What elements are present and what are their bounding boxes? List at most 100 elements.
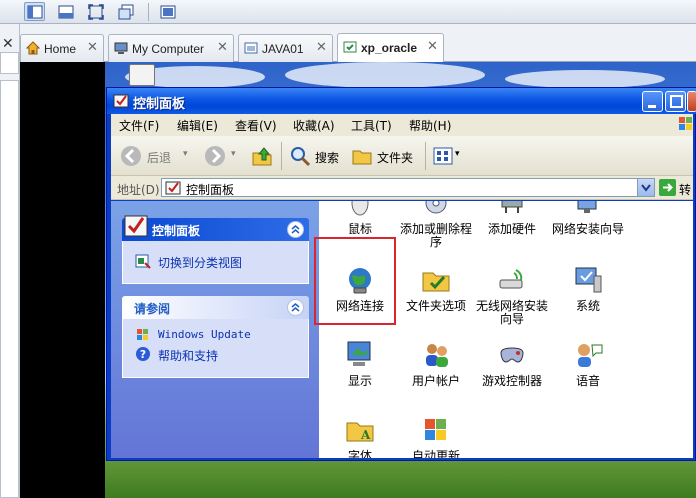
up-folder-button[interactable]: [249, 141, 275, 171]
console-view-button[interactable]: [157, 2, 178, 21]
item-label: 游戏控制器: [481, 374, 542, 388]
control-panel-window: 控制面板 文件(F) 编辑(E) 查看(V) 收藏(A) 工具(T) 帮助(H)…: [106, 87, 696, 461]
task-box-title: 请参阅: [134, 302, 171, 316]
tab-my-computer[interactable]: My Computer ✕: [108, 34, 234, 62]
close-icon[interactable]: ✕: [87, 40, 98, 55]
add-remove-programs-icon: [425, 201, 447, 214]
item-speech[interactable]: 语音: [549, 339, 627, 409]
control-panel-task-header[interactable]: 控制面板: [122, 215, 309, 241]
window-title: 控制面板: [133, 97, 186, 112]
tab-home[interactable]: Home ✕: [20, 34, 104, 62]
folders-icon: [352, 150, 372, 165]
item-folder-options[interactable]: 文件夹选项: [397, 264, 475, 334]
item-label: 系统: [575, 299, 600, 313]
item-label: 显示: [347, 374, 372, 388]
task-pane: 控制面板 切换到分类视图 请参阅 Windows Update ? 帮助和支持: [111, 201, 319, 458]
menu-tools[interactable]: 工具(T): [351, 117, 392, 134]
close-button[interactable]: [687, 91, 696, 112]
item-system[interactable]: 系统: [549, 264, 627, 334]
item-user-accounts[interactable]: 用户帐户: [397, 339, 475, 409]
folders-button[interactable]: 文件夹: [349, 141, 419, 171]
item-wireless-setup-wizard[interactable]: 无线网络安装向导: [473, 264, 551, 334]
close-icon[interactable]: ✕: [316, 40, 327, 55]
chevron-down-icon: [641, 184, 651, 192]
minimize-icon: [648, 105, 656, 108]
wireless-setup-wizard-icon: [499, 269, 523, 289]
back-arrow-icon: [121, 146, 141, 166]
window-titlebar[interactable]: 控制面板: [107, 88, 696, 114]
forward-button[interactable]: ▾: [201, 141, 243, 171]
tab-java01[interactable]: JAVA01 ✕: [238, 34, 333, 62]
address-input[interactable]: 控制面板: [161, 178, 655, 197]
search-label: 搜索: [315, 151, 340, 165]
library-search-box[interactable]: [0, 52, 19, 74]
item-add-hardware[interactable]: 添加硬件: [473, 201, 551, 257]
item-label: 字体: [347, 449, 372, 459]
item-label: 添加硬件: [487, 222, 536, 236]
forward-dropdown-icon[interactable]: ▾: [231, 149, 236, 159]
add-hardware-icon: [501, 201, 523, 213]
toolbar-divider: [281, 142, 282, 170]
item-automatic-updates[interactable]: 自动更新: [397, 414, 475, 458]
back-dropdown-icon[interactable]: ▾: [183, 149, 188, 159]
views-icon: [433, 147, 453, 165]
go-button[interactable]: 转到: [659, 178, 693, 214]
item-fonts[interactable]: A 字体: [321, 414, 399, 458]
automatic-updates-icon: [425, 419, 446, 440]
close-icon[interactable]: ✕: [427, 39, 438, 54]
address-value: 控制面板: [186, 183, 235, 197]
item-add-remove-programs[interactable]: 添加或删除程序: [397, 201, 475, 257]
item-display[interactable]: 显示: [321, 339, 399, 409]
tabs-view-button[interactable]: [55, 2, 76, 21]
item-game-controllers[interactable]: 游戏控制器: [473, 339, 551, 409]
views-dropdown-icon[interactable]: ▾: [455, 149, 460, 159]
task-box-title: 控制面板: [152, 224, 201, 238]
item-label: 添加或删除程序: [399, 222, 472, 249]
back-button[interactable]: 后退 ▾: [117, 141, 195, 171]
search-button[interactable]: 搜索: [287, 141, 343, 171]
control-panel-icon: [165, 181, 181, 195]
sidebar-view-button[interactable]: [24, 2, 45, 21]
toolbar-divider: [148, 3, 149, 21]
toolbar-divider: [425, 142, 426, 170]
menu-file[interactable]: 文件(F): [119, 117, 159, 134]
forward-arrow-icon: [205, 146, 225, 166]
see-also-header[interactable]: 请参阅: [122, 296, 309, 319]
close-icon[interactable]: ✕: [217, 40, 228, 55]
search-icon: [291, 147, 311, 167]
system-icon: [575, 267, 602, 293]
desktop-icon[interactable]: [129, 64, 155, 86]
go-arrow-icon: [659, 179, 676, 196]
menu-bar: 文件(F) 编辑(E) 查看(V) 收藏(A) 工具(T) 帮助(H): [111, 114, 693, 136]
library-tree: [0, 80, 19, 498]
control-panel-icon: [113, 94, 129, 108]
address-dropdown-button[interactable]: [637, 179, 654, 196]
tab-xp-oracle[interactable]: xp_oracle ✕: [337, 33, 444, 63]
library-close-icon[interactable]: ✕: [2, 36, 14, 52]
folder-options-icon: [422, 272, 450, 292]
speech-icon: [578, 344, 603, 367]
tab-label: xp_oracle: [361, 41, 418, 55]
computer-icon: [114, 42, 128, 54]
address-label: 地址(D): [117, 183, 160, 197]
views-button[interactable]: ▾: [431, 141, 465, 171]
menu-favorites[interactable]: 收藏(A): [293, 117, 335, 134]
menu-view[interactable]: 查看(V): [235, 117, 277, 134]
address-bar: 地址(D) 控制面板 转到: [111, 176, 693, 214]
highlight-box: [314, 237, 396, 325]
display-icon: [347, 341, 371, 366]
tab-label: My Computer: [132, 42, 205, 56]
full-screen-button[interactable]: [85, 2, 106, 21]
collapse-button[interactable]: [287, 299, 304, 316]
item-label: 无线网络安装向导: [475, 299, 548, 326]
collapse-button[interactable]: [287, 221, 304, 238]
item-network-setup-wizard[interactable]: 网络安装向导: [549, 201, 627, 257]
minimize-button[interactable]: [642, 91, 663, 112]
menu-edit[interactable]: 编辑(E): [177, 117, 218, 134]
help-icon: ?: [136, 347, 150, 361]
task-box-body: 切换到分类视图: [122, 241, 309, 284]
unity-view-button[interactable]: [115, 2, 136, 21]
category-view-icon: [135, 254, 151, 269]
menu-help[interactable]: 帮助(H): [409, 117, 451, 134]
maximize-button[interactable]: [665, 91, 686, 112]
